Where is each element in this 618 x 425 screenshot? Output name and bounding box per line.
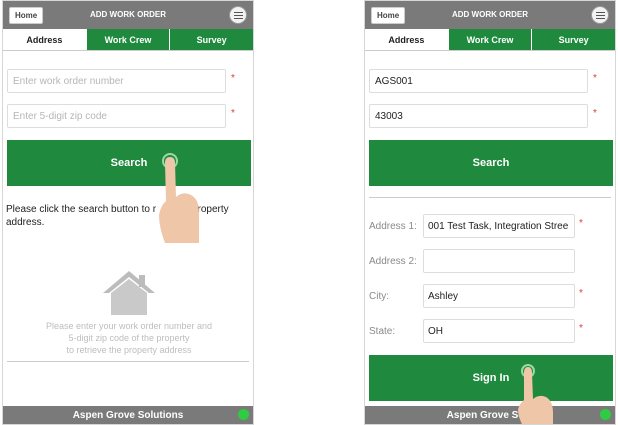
work-order-input[interactable]: AGS001 [369,69,588,93]
page-title: ADD WORK ORDER [452,10,528,19]
address2-input[interactable] [423,249,575,273]
zip-code-placeholder: Enter 5-digit zip code [13,110,107,122]
required-marker: * [593,73,597,84]
footer-brand: Aspen Grove Solutions [72,409,184,421]
tab-bar: Address Work Crew Survey [365,29,615,51]
instruction-text-3: address. [6,217,45,228]
page-title: ADD WORK ORDER [90,10,166,19]
status-dot-icon [600,409,611,420]
tab-survey[interactable]: Survey [169,29,253,50]
tab-address[interactable]: Address [3,29,86,50]
required-marker: * [231,73,235,84]
required-marker: * [579,288,583,299]
state-label: State: [369,326,396,337]
sign-in-button[interactable]: Sign In [369,355,613,401]
house-icon [103,271,155,315]
work-order-input[interactable]: Enter work order number [7,69,226,93]
instruction-text-1: Please click the search button to r [6,204,157,215]
zip-code-input[interactable]: Enter 5-digit zip code [7,104,226,128]
search-button[interactable]: Search [369,140,613,186]
menu-icon[interactable] [229,6,247,24]
phone-screen-address: Home ADD WORK ORDER Address Work Crew Su… [364,0,616,425]
tab-bar: Address Work Crew Survey [3,29,253,51]
divider [369,197,611,198]
search-instruction: Please click the search button to r he pr… [6,203,252,229]
tab-work-crew[interactable]: Work Crew [447,29,532,50]
top-bar: Home ADD WORK ORDER [3,1,253,29]
address2-label: Address 2: [369,256,417,267]
empty-state-line-2: 5-digit zip code of the property [68,333,190,343]
zip-code-input[interactable]: 43003 [369,104,588,128]
footer-bar: Aspen Grove Solutions [3,406,253,424]
footer-bar: Aspen Grove Solu [365,406,615,424]
phone-screen-search: Home ADD WORK ORDER Address Work Crew Su… [2,0,254,425]
work-order-placeholder: Enter work order number [13,75,124,87]
empty-state-line-1: Please enter your work order number and [45,321,213,331]
tap-hand-icon [159,153,199,243]
state-input[interactable]: OH [423,319,575,343]
city-input[interactable]: Ashley [423,284,575,308]
required-marker: * [579,323,583,334]
address1-label: Address 1: [369,221,417,232]
required-marker: * [231,108,235,119]
tab-address[interactable]: Address [365,29,448,50]
top-bar: Home ADD WORK ORDER [365,1,615,29]
tap-hand-icon [518,364,553,424]
tab-work-crew[interactable]: Work Crew [85,29,170,50]
required-marker: * [579,218,583,229]
empty-state-text: Please enter your work order number and … [17,320,241,356]
divider [7,361,249,362]
status-dot-icon [238,409,249,420]
empty-state-line-3: to retrieve the property address [66,345,192,355]
search-button[interactable]: Search [7,140,251,186]
required-marker: * [593,108,597,119]
tab-survey[interactable]: Survey [531,29,615,50]
city-label: City: [369,291,389,302]
address1-input[interactable]: 001 Test Task, Integration Stree [423,214,575,238]
menu-icon[interactable] [591,6,609,24]
